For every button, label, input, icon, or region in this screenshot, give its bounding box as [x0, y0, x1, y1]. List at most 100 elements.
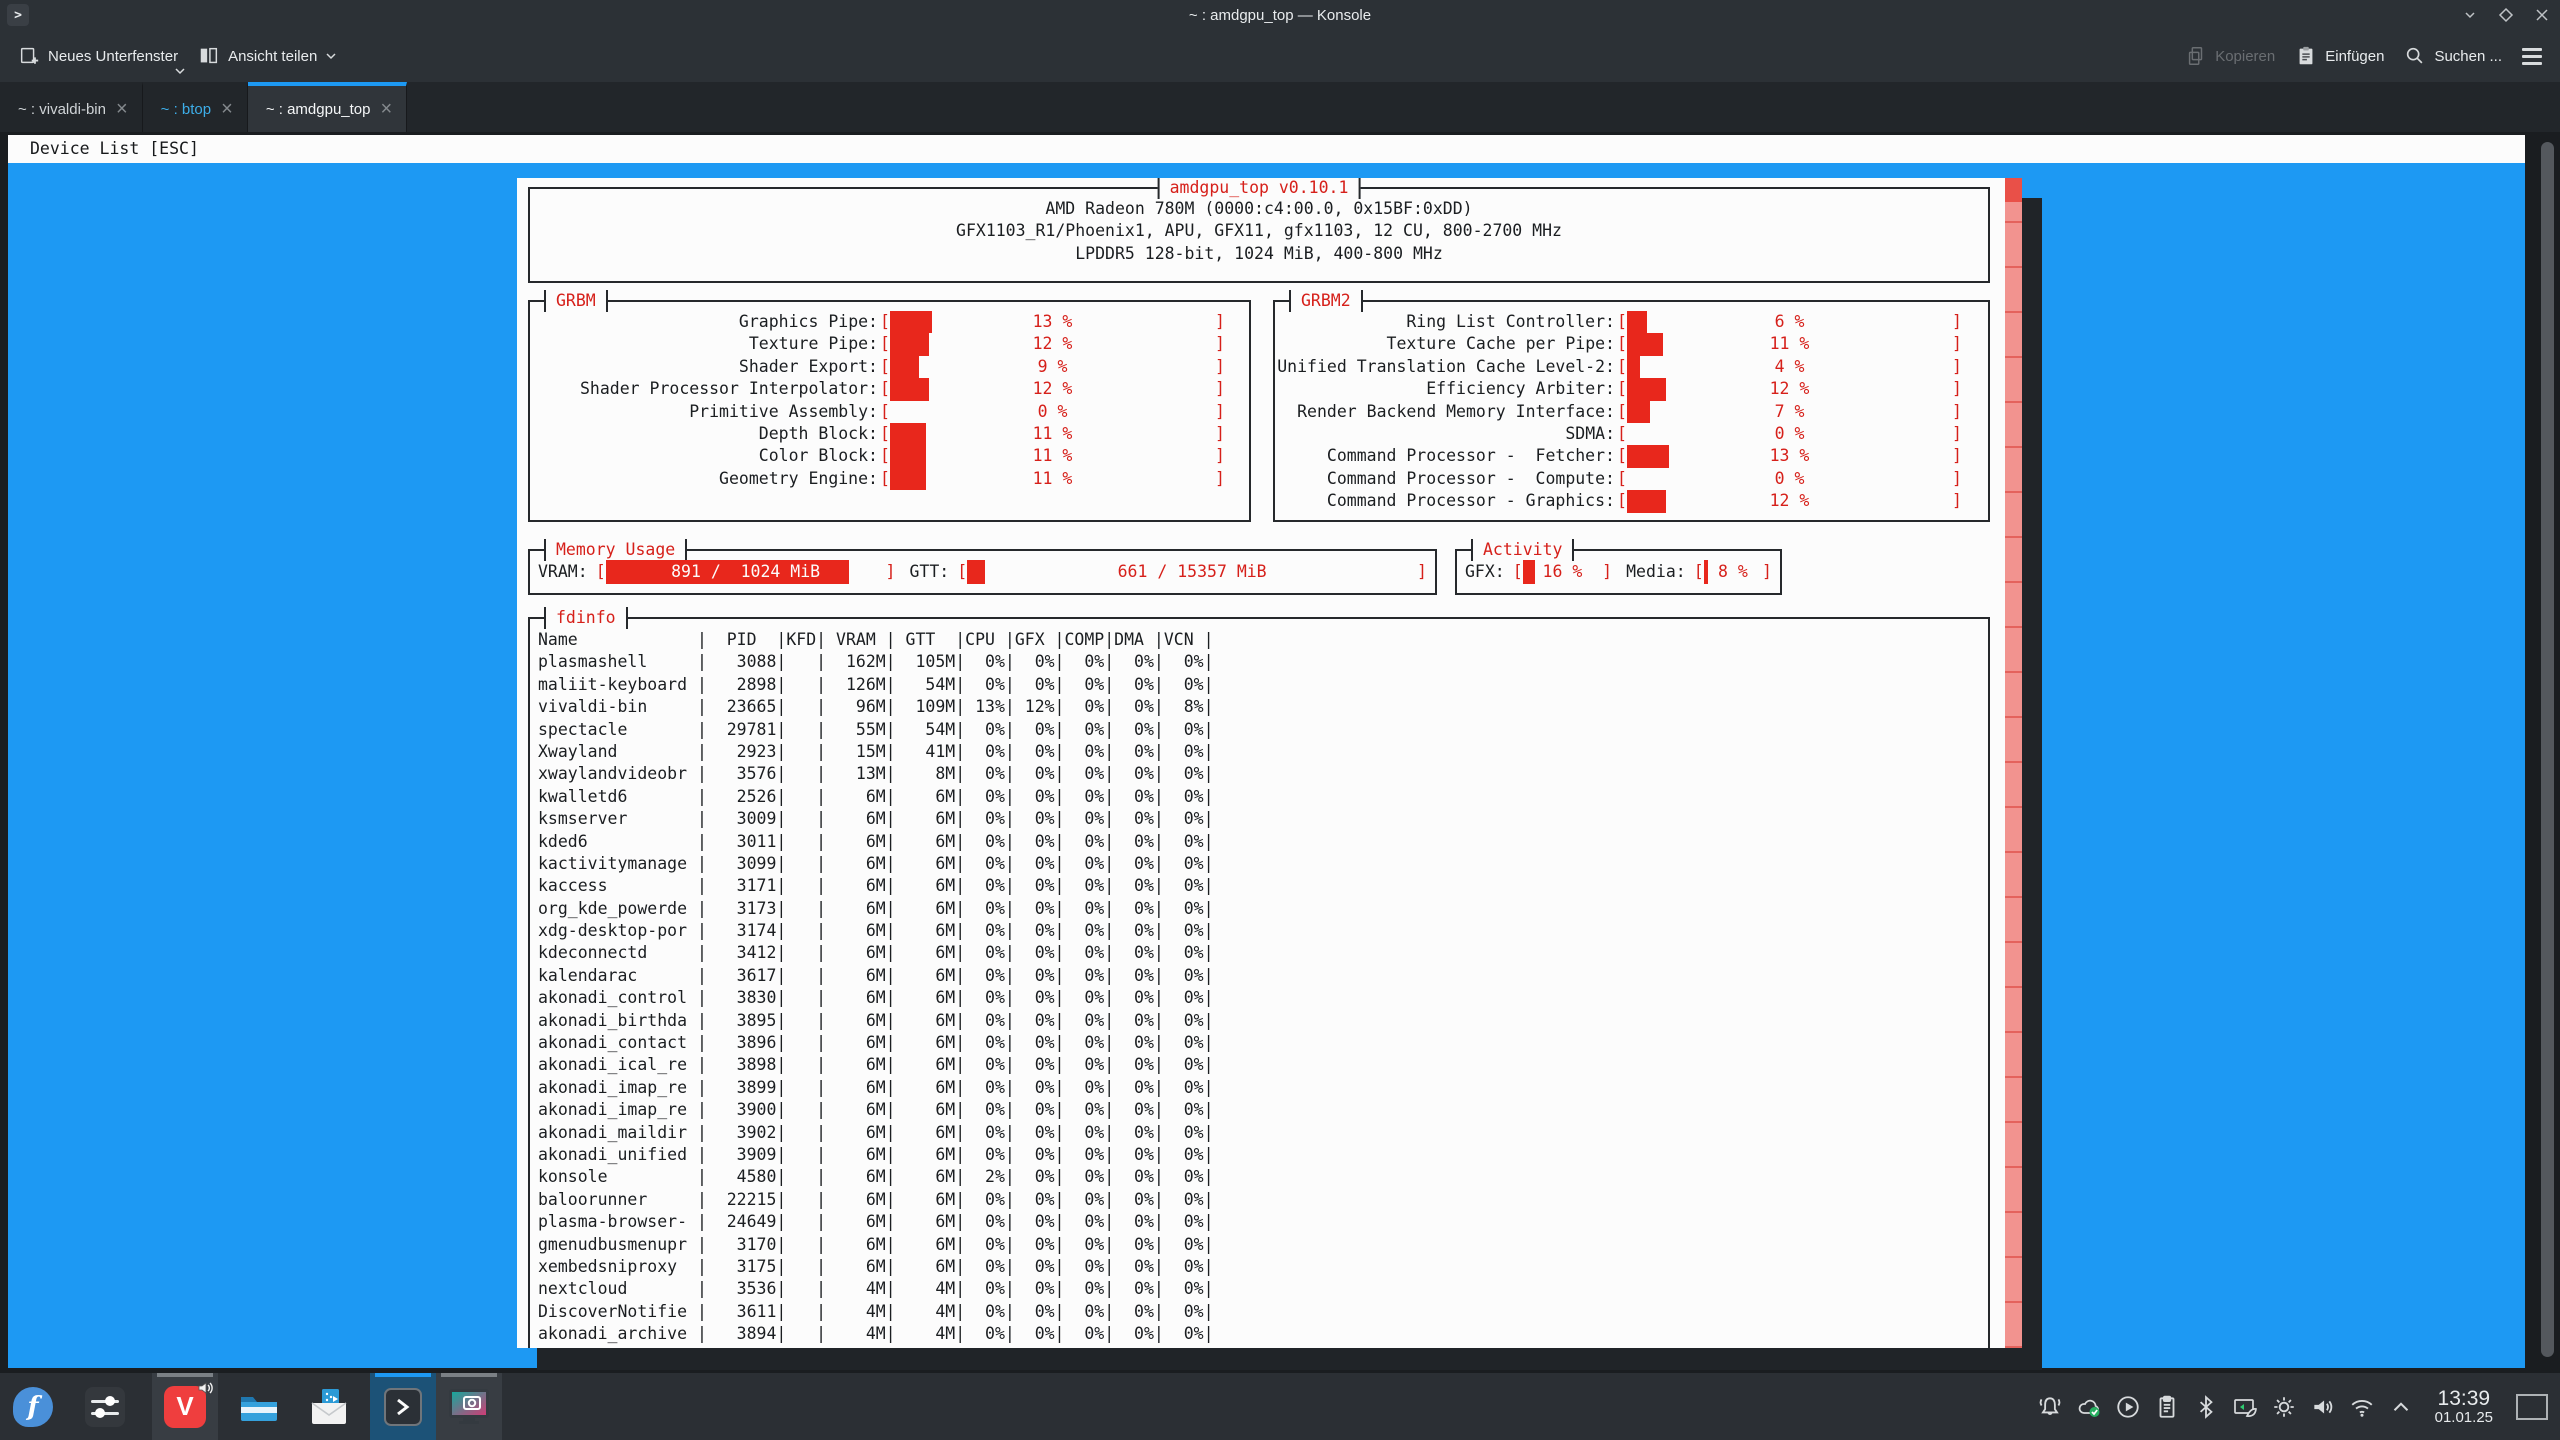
- usage-gauge: [11 %]: [880, 468, 1225, 490]
- gpu-arch-line: GFX1103_R1/Phoenix1, APU, GFX11, gfx1103…: [530, 220, 1988, 242]
- settings-launcher[interactable]: [76, 1373, 134, 1440]
- activity-title: Activity: [1471, 539, 1574, 561]
- tui-scrollbar[interactable]: [2005, 178, 2022, 1348]
- search-label: Suchen ...: [2434, 48, 2502, 65]
- terminal-area[interactable]: Device List [ESC] amdgpu_top v0.10.1 AMD…: [0, 132, 2560, 1373]
- gauge-row: Efficiency Arbiter:[12 %]: [1275, 378, 1988, 400]
- fdinfo-row: akonadi_birthda | 3895| | 6M| 6M| 0%| 0%…: [538, 1010, 1988, 1032]
- volume-icon[interactable]: [2310, 1394, 2336, 1420]
- show-desktop-button[interactable]: [2516, 1394, 2548, 1420]
- fdinfo-row: akonadi_control | 3830| | 6M| 6M| 0%| 0%…: [538, 987, 1988, 1009]
- usage-gauge: [11 %]: [880, 423, 1225, 445]
- gauge-label: Render Backend Memory Interface:: [1275, 401, 1615, 423]
- window-titlebar[interactable]: > ~ : amdgpu_top — Konsole: [0, 0, 2560, 30]
- fedora-logo-icon: f: [13, 1387, 53, 1427]
- usage-gauge: [4 %]: [1617, 356, 1962, 378]
- fdinfo-row: vivaldi-bin | 23665| | 96M| 109M| 13%| 1…: [538, 696, 1988, 718]
- tab-label: ~ : btop: [161, 101, 211, 118]
- copy-icon: [2185, 45, 2207, 67]
- tab-amdgpu-top[interactable]: ~ : amdgpu_top ×: [248, 82, 407, 132]
- usage-gauge: [6 %]: [1617, 311, 1962, 333]
- fdinfo-row: maliit-keyboard | 2898| | 126M| 54M| 0%|…: [538, 674, 1988, 696]
- audio-indicator-icon: [196, 1379, 214, 1397]
- usage-gauge: [11 %]: [1617, 333, 1962, 355]
- fdinfo-table: Name | PID |KFD| VRAM | GTT |CPU |GFX |C…: [530, 619, 1988, 1346]
- fdinfo-row: kwalletd6 | 2526| | 6M| 6M| 0%| 0%| 0%| …: [538, 786, 1988, 808]
- grbm2-title: GRBM2: [1289, 290, 1363, 312]
- kmail-launcher[interactable]: [300, 1373, 358, 1440]
- expand-tray-icon[interactable]: [2388, 1394, 2414, 1420]
- task-spectacle[interactable]: [436, 1373, 502, 1440]
- fdinfo-row: akonadi_imap_re | 3899| | 6M| 6M| 0%| 0%…: [538, 1077, 1988, 1099]
- clock-time: 13:39: [2435, 1387, 2493, 1410]
- split-view-button[interactable]: Ansicht teilen: [188, 36, 347, 76]
- task-konsole[interactable]: [370, 1373, 436, 1440]
- sliders-icon: [85, 1387, 125, 1427]
- fdinfo-row: akonadi_contact | 3896| | 6M| 6M| 0%| 0%…: [538, 1032, 1988, 1054]
- fdinfo-row: akonadi_ical_re | 3898| | 6M| 6M| 0%| 0%…: [538, 1054, 1988, 1076]
- paste-icon: [2295, 45, 2317, 67]
- search-icon: [2404, 45, 2426, 67]
- gauge-row: Color Block:[11 %]: [530, 445, 1249, 467]
- fdinfo-row: org_kde_powerde | 3173| | 6M| 6M| 0%| 0%…: [538, 898, 1988, 920]
- folder-icon: [237, 1387, 277, 1427]
- konsole-app-icon: >: [7, 4, 29, 26]
- usage-gauge: [0 %]: [880, 401, 1225, 423]
- close-icon[interactable]: ×: [116, 99, 128, 119]
- tab-btop[interactable]: ~ : btop ×: [143, 82, 248, 132]
- usage-gauge: [8 %]: [1694, 560, 1772, 584]
- activity-box: Activity GFX:[16 %]Media:[8 %]: [1455, 549, 1782, 595]
- bluetooth-icon[interactable]: [2193, 1394, 2219, 1420]
- paste-button[interactable]: Einfügen: [2285, 36, 2394, 76]
- gauge-label: Geometry Engine:: [530, 468, 878, 490]
- gauge-label: Shader Export:: [530, 356, 878, 378]
- wifi-icon[interactable]: [2349, 1394, 2375, 1420]
- clock-date: 01.01.25: [2435, 1410, 2493, 1427]
- tab-label: ~ : amdgpu_top: [266, 101, 371, 118]
- fdinfo-title: fdinfo: [544, 607, 628, 629]
- brightness-icon[interactable]: [2271, 1394, 2297, 1420]
- konsole-toolbar: Neues Unterfenster Ansicht teilen Kopier…: [0, 30, 2560, 82]
- power-profile-icon[interactable]: [2232, 1394, 2258, 1420]
- gauge-row: Graphics Pipe:[13 %]: [530, 311, 1249, 333]
- copy-button[interactable]: Kopieren: [2175, 36, 2285, 76]
- konsole-scrollbar-thumb[interactable]: [2541, 142, 2554, 1357]
- gauge-label: Command Processor - Compute:: [1275, 468, 1615, 490]
- menu-button[interactable]: [2522, 48, 2542, 65]
- new-tab-button[interactable]: Neues Unterfenster: [8, 36, 188, 76]
- search-button[interactable]: Suchen ...: [2394, 36, 2512, 76]
- gauge-row: Primitive Assembly:[0 %]: [530, 401, 1249, 423]
- task-vivaldi[interactable]: V: [152, 1373, 218, 1440]
- fdinfo-row: akonadi_maildir | 3902| | 6M| 6M| 0%| 0%…: [538, 1122, 1988, 1144]
- maximize-icon[interactable]: [2498, 7, 2514, 23]
- close-icon[interactable]: ×: [221, 99, 233, 119]
- clipboard-icon[interactable]: [2154, 1394, 2180, 1420]
- fdinfo-row: kdeconnectd | 3412| | 6M| 6M| 0%| 0%| 0%…: [538, 942, 1988, 964]
- application-launcher-button[interactable]: f: [4, 1373, 62, 1440]
- media-player-icon[interactable]: [2115, 1394, 2141, 1420]
- fdinfo-row: xdg-desktop-por | 3174| | 6M| 6M| 0%| 0%…: [538, 920, 1988, 942]
- amdgpu-top-menu-bar[interactable]: Device List [ESC]: [8, 135, 2525, 163]
- dolphin-launcher[interactable]: [228, 1373, 286, 1440]
- tab-bar: ~ : vivaldi-bin × ~ : btop × ~ : amdgpu_…: [0, 82, 2560, 132]
- fdinfo-header-row: Name | PID |KFD| VRAM | GTT |CPU |GFX |C…: [538, 629, 1988, 651]
- gauge-label: Texture Pipe:: [530, 333, 878, 355]
- close-icon[interactable]: ×: [380, 99, 392, 119]
- memory-usage-box: Memory Usage VRAM:[891 / 1024 MiB]GTT:[6…: [528, 549, 1437, 595]
- konsole-scrollbar-track[interactable]: [2526, 132, 2560, 1373]
- minimize-icon[interactable]: [2462, 7, 2478, 23]
- usage-gauge: [12 %]: [880, 333, 1225, 355]
- fdinfo-row: gmenudbusmenupr | 3170| | 6M| 6M| 0%| 0%…: [538, 1234, 1988, 1256]
- usage-gauge: [891 / 1024 MiB]: [596, 560, 896, 584]
- fdinfo-row: Xwayland | 2923| | 15M| 41M| 0%| 0%| 0%|…: [538, 741, 1988, 763]
- digital-clock[interactable]: 13:39 01.01.25: [2435, 1387, 2493, 1427]
- nextcloud-sync-icon[interactable]: [2076, 1394, 2102, 1420]
- chevron-down-icon: [174, 67, 186, 75]
- fdinfo-row: kaccess | 3171| | 6M| 6M| 0%| 0%| 0%| 0%…: [538, 875, 1988, 897]
- tui-scrollbar-thumb[interactable]: [2005, 178, 2022, 202]
- usage-gauge: [16 %]: [1513, 560, 1612, 584]
- notifications-icon[interactable]: [2037, 1394, 2063, 1420]
- spectacle-icon: [447, 1386, 491, 1428]
- tab-vivaldi-bin[interactable]: ~ : vivaldi-bin ×: [0, 82, 143, 132]
- close-icon[interactable]: [2534, 7, 2550, 23]
